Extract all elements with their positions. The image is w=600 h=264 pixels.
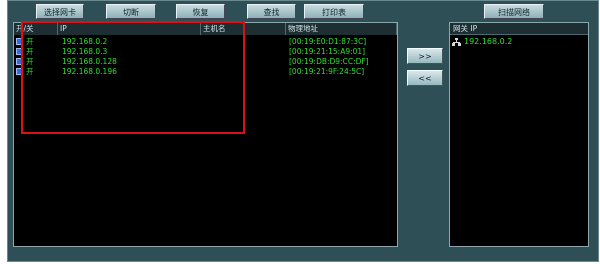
mac-cell: [00:19:DB:D9:CC:DF] [289,57,369,66]
gateway-header: 网关 IP [450,23,588,35]
mac-cell: [00:19:21:9F:24:5C] [289,67,365,76]
gateway-panel: 网关 IP 192.168.0.2 [449,22,589,247]
print-table-button[interactable]: 打印表 [304,4,364,19]
restore-button[interactable]: 恢复 [176,4,225,19]
add-to-gateway-button[interactable]: >> [407,48,443,64]
network-icon [452,38,461,46]
gateway-ip: 192.168.0.2 [464,37,513,46]
scan-network-button[interactable]: 扫描网络 [484,4,544,19]
remove-from-gateway-button[interactable]: << [407,70,443,86]
app-window: 选择网卡 切断 恢复 查找 打印表 扫描网络 开/关 IP 主机名 物理地址 开… [7,0,599,262]
gateway-item[interactable]: 192.168.0.2 [450,36,588,48]
find-button[interactable]: 查找 [247,4,296,19]
select-adapter-button[interactable]: 选择网卡 [36,4,84,19]
column-header-mac[interactable]: 物理地址 [286,23,397,35]
mac-cell: [00:19:E0:D1:87:3C] [289,37,367,46]
selection-highlight-box [21,21,245,134]
cut-button[interactable]: 切断 [106,4,156,19]
mac-cell: [00:19:21:15:A9:01] [289,47,366,56]
